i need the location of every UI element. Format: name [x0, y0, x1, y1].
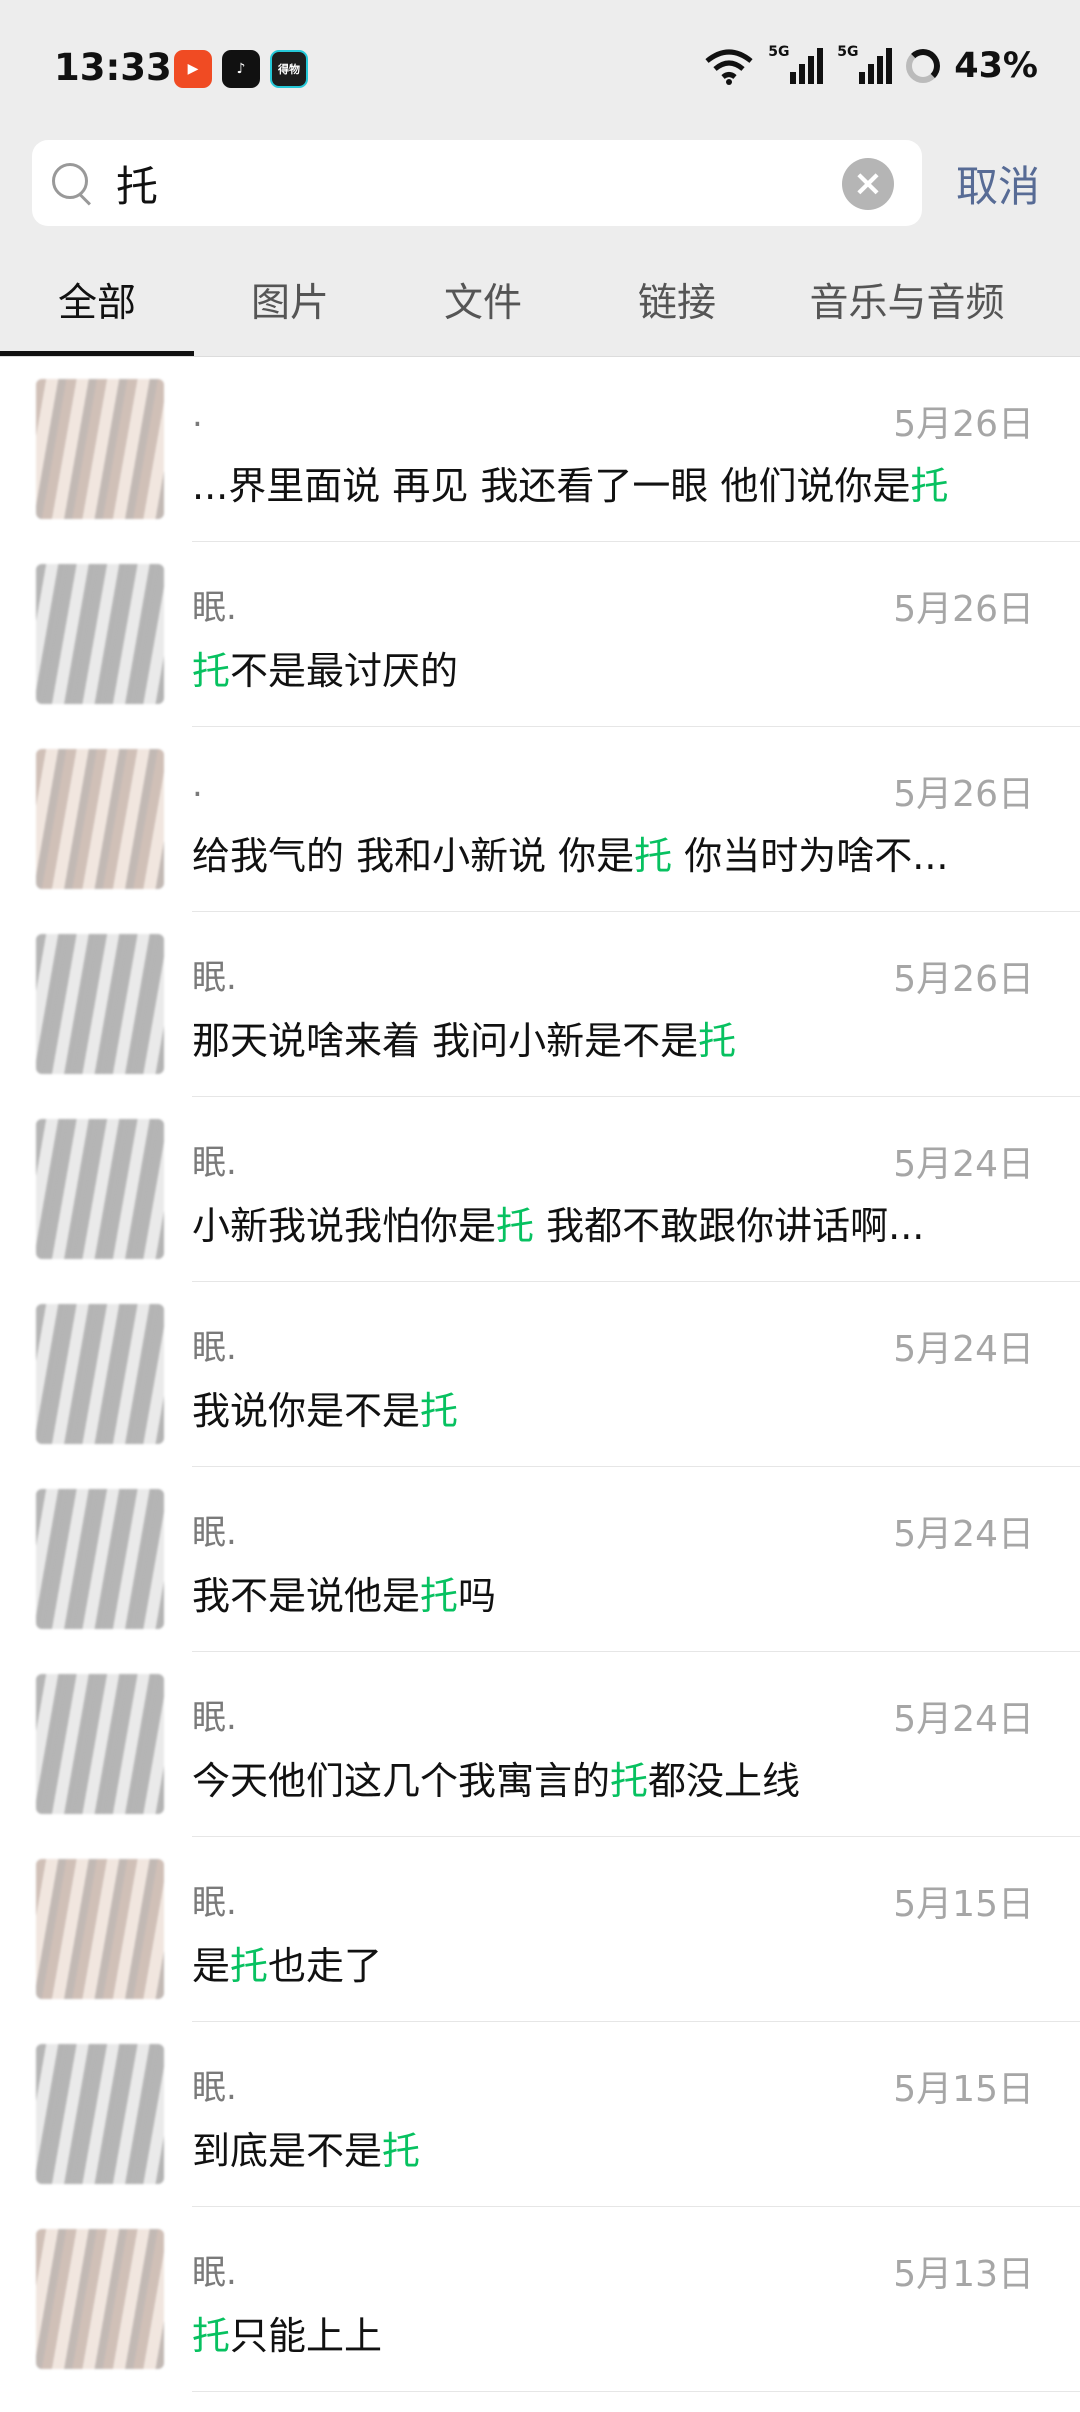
avatar: [36, 934, 164, 1074]
keyword-highlight: 托: [420, 1574, 459, 1618]
search-input[interactable]: 托 ×: [32, 140, 922, 226]
battery-percent: 43%: [954, 46, 1038, 86]
avatar: [36, 2229, 164, 2369]
top-bar: 13:33 ▶ ♪ 得物 5G 5G 43% 托 × 取消: [0, 0, 1080, 252]
message-snippet: 那天说啥来着 我问小新是不是托: [192, 1019, 737, 1063]
list-item[interactable]: . 5月26日 给我气的 我和小新说 你是托 你当时为啥不...: [0, 727, 1080, 912]
message-date: 5月24日: [893, 1329, 1034, 1370]
status-time: 13:33: [54, 46, 172, 89]
contact-name: 眠.: [192, 1698, 237, 1738]
avatar: [36, 2044, 164, 2184]
tab-music-audio[interactable]: 音乐与音频: [774, 252, 1040, 356]
message-date: 5月24日: [893, 1699, 1034, 1740]
signal-icon-1: 5G: [768, 44, 824, 84]
list-item[interactable]: 眠. 5月13日 托只能上上: [0, 2207, 1080, 2392]
keyword-highlight: 托: [698, 1019, 737, 1063]
contact-name: .: [192, 765, 203, 805]
search-query[interactable]: 托: [116, 153, 158, 214]
list-item[interactable]: 眠. 5月15日 是托也走了: [0, 1837, 1080, 2022]
keyword-highlight: 托: [910, 464, 949, 508]
keyword-highlight: 托: [496, 1204, 535, 1248]
status-bar: 13:33 ▶ ♪ 得物 5G 5G 43%: [0, 0, 1080, 140]
tab-all[interactable]: 全部: [0, 252, 194, 356]
search-results-list: . 5月26日 ...界里面说 再见 我还看了一眼 他们说你是托 眠. 5月26…: [0, 357, 1080, 2392]
keyword-highlight: 托: [420, 1389, 459, 1433]
message-snippet: 今天他们这几个我寓言的托都没上线: [192, 1759, 801, 1803]
contact-name: 眠.: [192, 588, 237, 628]
message-date: 5月13日: [893, 2254, 1034, 2295]
tiktok-icon: ♪: [222, 50, 260, 88]
contact-name: 眠.: [192, 958, 237, 998]
keyword-highlight: 托: [230, 1944, 269, 1988]
tab-files[interactable]: 文件: [386, 252, 580, 356]
message-date: 5月26日: [893, 774, 1034, 815]
message-date: 5月24日: [893, 1514, 1034, 1555]
contact-name: 眠.: [192, 2068, 237, 2108]
list-item[interactable]: 眠. 5月24日 我说你是不是托: [0, 1282, 1080, 1467]
keyword-highlight: 托: [634, 834, 673, 878]
clear-icon[interactable]: ×: [842, 158, 894, 210]
video-app-icon: ▶: [174, 50, 212, 88]
tab-images[interactable]: 图片: [194, 252, 386, 356]
keyword-highlight: 托: [610, 1759, 649, 1803]
dewu-app-icon: 得物: [270, 50, 308, 88]
signal-icon-2: 5G: [837, 44, 893, 84]
message-date: 5月24日: [893, 1144, 1034, 1185]
tab-underline: [0, 351, 194, 356]
avatar: [36, 1304, 164, 1444]
contact-name: 眠.: [192, 1328, 237, 1368]
message-date: 5月15日: [893, 2069, 1034, 2110]
list-item[interactable]: . 5月26日 ...界里面说 再见 我还看了一眼 他们说你是托: [0, 357, 1080, 542]
notification-icons: ▶ ♪ 得物: [174, 50, 308, 88]
cancel-button[interactable]: 取消: [956, 153, 1040, 214]
message-date: 5月15日: [893, 1884, 1034, 1925]
filter-tabs: 全部 图片 文件 链接 音乐与音频: [0, 252, 1080, 357]
message-date: 5月26日: [893, 959, 1034, 1000]
list-item[interactable]: 眠. 5月24日 我不是说他是托吗: [0, 1467, 1080, 1652]
message-snippet: ...界里面说 再见 我还看了一眼 他们说你是托: [192, 464, 949, 508]
message-snippet: 是托也走了: [192, 1944, 383, 1988]
avatar: [36, 564, 164, 704]
avatar: [36, 749, 164, 889]
message-snippet: 到底是不是托: [192, 2129, 421, 2173]
message-snippet: 小新我说我怕你是托 我都不敢跟你讲话啊...: [192, 1204, 925, 1248]
list-item[interactable]: 眠. 5月26日 托不是最讨厌的: [0, 542, 1080, 727]
message-snippet: 我说你是不是托: [192, 1389, 459, 1433]
message-snippet: 托只能上上: [192, 2314, 383, 2358]
message-date: 5月26日: [893, 589, 1034, 630]
message-snippet: 托不是最讨厌的: [192, 649, 459, 693]
contact-name: 眠.: [192, 1883, 237, 1923]
keyword-highlight: 托: [192, 649, 231, 693]
wifi-icon: [705, 49, 753, 85]
search-icon: [52, 163, 92, 206]
keyword-highlight: 托: [192, 2314, 231, 2358]
contact-name: 眠.: [192, 1143, 237, 1183]
message-snippet: 我不是说他是托吗: [192, 1574, 497, 1618]
contact-name: 眠.: [192, 1513, 237, 1553]
list-item[interactable]: 眠. 5月15日 到底是不是托: [0, 2022, 1080, 2207]
avatar: [36, 1859, 164, 1999]
tab-links[interactable]: 链接: [580, 252, 774, 356]
battery-icon: [906, 49, 941, 83]
contact-name: 眠.: [192, 2253, 237, 2293]
avatar: [36, 1489, 164, 1629]
list-item[interactable]: 眠. 5月24日 今天他们这几个我寓言的托都没上线: [0, 1652, 1080, 1837]
avatar: [36, 1674, 164, 1814]
contact-name: .: [192, 395, 203, 435]
search-row: 托 × 取消: [32, 140, 1080, 226]
status-indicators: 5G 5G 43%: [704, 44, 1038, 86]
message-date: 5月26日: [893, 404, 1034, 445]
keyword-highlight: 托: [382, 2129, 421, 2173]
list-item[interactable]: 眠. 5月24日 小新我说我怕你是托 我都不敢跟你讲话啊...: [0, 1097, 1080, 1282]
list-item[interactable]: 眠. 5月26日 那天说啥来着 我问小新是不是托: [0, 912, 1080, 1097]
avatar: [36, 379, 164, 519]
message-snippet: 给我气的 我和小新说 你是托 你当时为啥不...: [192, 834, 949, 878]
avatar: [36, 1119, 164, 1259]
